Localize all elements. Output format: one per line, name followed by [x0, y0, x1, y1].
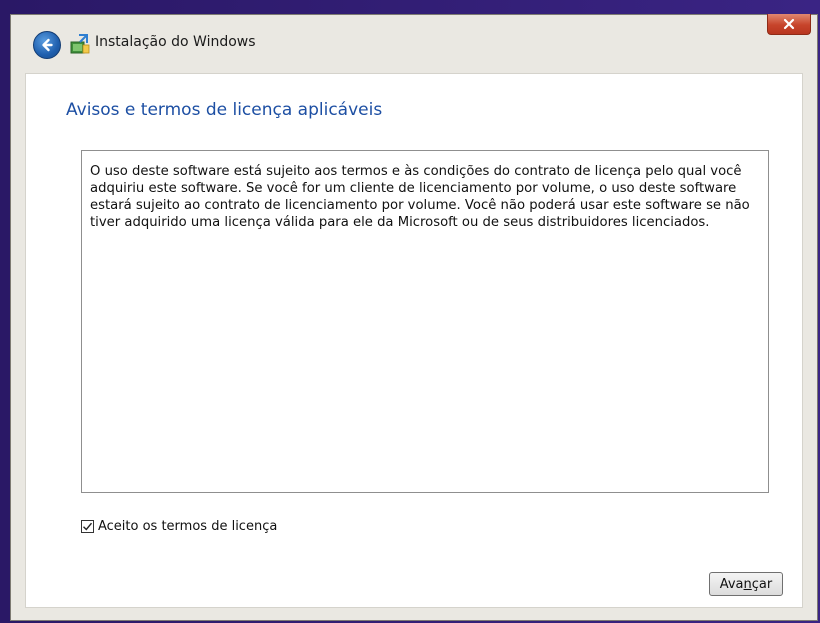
close-button[interactable]	[767, 14, 811, 35]
accept-license-row[interactable]: Aceito os termos de licença	[81, 519, 277, 534]
back-button[interactable]	[33, 31, 61, 59]
back-arrow-icon	[42, 38, 53, 52]
accept-license-label[interactable]: Aceito os termos de licença	[98, 519, 277, 534]
next-button-label-start: Ava	[719, 576, 744, 592]
license-text-box[interactable]: O uso deste software está sujeito aos te…	[81, 150, 769, 493]
content-panel: Avisos e termos de licença aplicáveis O …	[25, 73, 803, 608]
check-icon	[83, 522, 93, 531]
windows-setup-icon	[69, 33, 91, 55]
next-button[interactable]: Ava n çar	[709, 572, 783, 596]
next-button-accelerator: n	[743, 576, 752, 592]
title-bar: Instalação do Windows	[11, 14, 817, 73]
setup-window: Instalação do Windows Avisos e termos de…	[10, 14, 818, 621]
next-button-label-end: çar	[751, 576, 773, 592]
close-icon	[783, 18, 795, 30]
accept-license-checkbox[interactable]	[81, 520, 94, 533]
license-text: O uso deste software está sujeito aos te…	[90, 164, 750, 230]
window-title: Instalação do Windows	[95, 34, 256, 50]
page-title: Avisos e termos de licença aplicáveis	[66, 100, 383, 120]
